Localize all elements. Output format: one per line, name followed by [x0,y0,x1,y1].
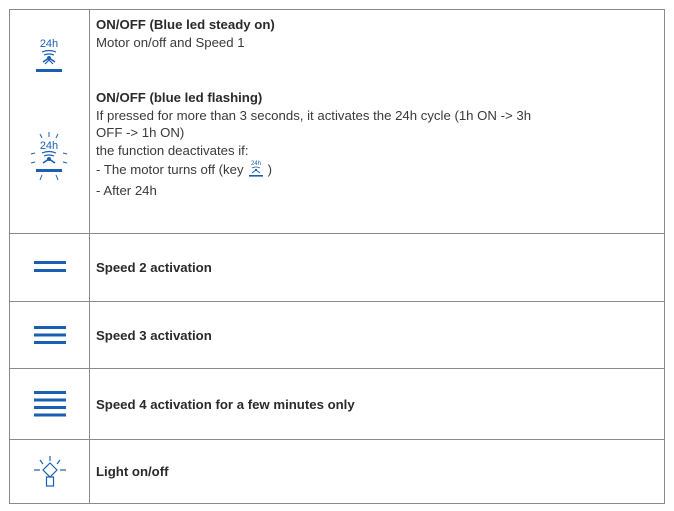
description-cell: Speed 3 activation [90,302,664,368]
description-cell: Light on/off [90,440,664,503]
description-cell: Speed 2 activation [90,234,664,301]
table-row-on-off: 24h 24h ON/OFF (Blue led steady on) Moto… [10,10,664,234]
svg-text:24h: 24h [40,38,58,50]
flashing-line-1: If pressed for more than 3 seconds, it a… [96,107,532,123]
flashing-line-3: the function deactivates if: [96,142,249,158]
light-label: Light on/off [96,464,169,479]
speed-3-icon [34,325,66,345]
table-row-speed-3: Speed 3 activation [10,302,664,369]
light-bulb-icon [34,455,66,489]
flashing-line-4-text: - The motor turns off (key [96,162,244,177]
description-cell: ON/OFF (Blue led steady on) Motor on/off… [90,10,664,233]
icon-cell [10,440,90,503]
flashing-line-5: - After 24h [96,182,157,198]
steady-desc: Motor on/off and Speed 1 [96,34,245,50]
description-cell: Speed 4 activation for a few minutes onl… [90,369,664,439]
icon-cell [10,234,90,301]
steady-block: ON/OFF (Blue led steady on) Motor on/off… [96,16,664,51]
table-row-light: Light on/off [10,440,664,503]
table-row-speed-4: Speed 4 activation for a few minutes onl… [10,369,664,440]
speed-2-label: Speed 2 activation [96,260,212,275]
icon-cell [10,369,90,439]
flashing-line-2: OFF -> 1h ON) [96,125,185,140]
function-table: 24h 24h ON/OFF (Blue led steady on) Moto… [9,9,665,504]
flashing-title: ON/OFF (blue led flashing) [96,90,263,105]
fan-24h-icon: 24h [248,159,264,182]
svg-text:24h: 24h [251,161,261,167]
flashing-block: ON/OFF (blue led flashing) If pressed fo… [96,89,664,199]
fan-24h-flashing-icon: 24h [30,132,68,182]
flashing-line-4: - The motor turns off (key 24h) [96,159,664,182]
svg-text:24h: 24h [40,140,58,152]
icon-cell: 24h 24h [10,10,90,233]
fan-24h-icon: 24h [36,36,62,74]
speed-2-icon [34,260,66,274]
steady-title: ON/OFF (Blue led steady on) [96,17,275,32]
speed-3-label: Speed 3 activation [96,327,212,343]
speed-4-icon [34,390,66,418]
flashing-line-4-close: ) [267,162,272,177]
speed-4-label: Speed 4 activation for a few minutes onl… [96,396,355,412]
table-row-speed-2: Speed 2 activation [10,234,664,302]
icon-cell [10,302,90,368]
